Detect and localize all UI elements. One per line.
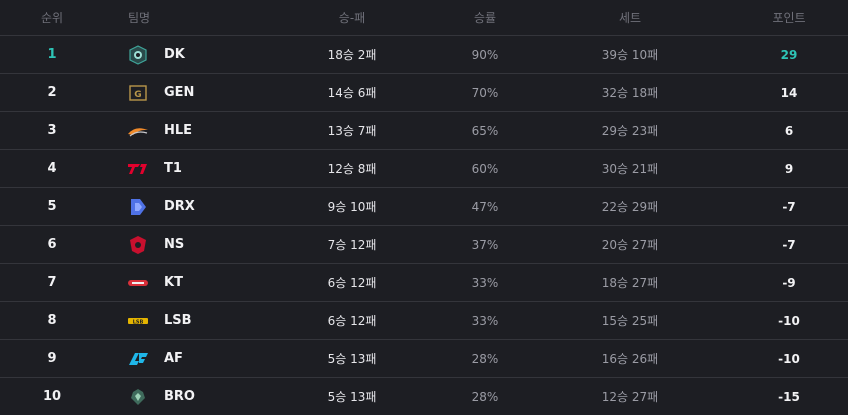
win-rate-value: 28% [471,389,499,404]
gen-logo-icon: G [126,81,150,105]
team-name[interactable]: GEN [164,85,194,100]
header-record: 승-패 [338,11,366,25]
table-row[interactable]: 5 DRX 9승 10패 47% 22승 29패 -7 [0,188,848,226]
team-name[interactable]: KT [164,275,183,290]
table-row[interactable]: 2 G GEN 14승 6패 70% 32승 18패 14 [0,74,848,112]
header-rate: 승률 [473,11,497,25]
rank-value: 1 [47,47,57,62]
record-value: 9승 10패 [327,200,377,214]
set-record-value: 12승 27패 [601,390,659,404]
win-rate-value: 33% [471,313,499,328]
lsb-logo-icon: LSB [126,309,150,333]
points-value: -15 [778,389,800,404]
set-record-value: 32승 18패 [601,86,659,100]
record-value: 13승 7패 [327,124,377,138]
table-row[interactable]: 1 DK 18승 2패 90% 39승 10패 29 [0,36,848,74]
rank-value: 10 [42,389,62,404]
record-value: 6승 12패 [327,276,377,290]
set-record-value: 39승 10패 [601,48,659,62]
header-rank: 순위 [40,11,64,25]
points-value: 29 [780,47,798,62]
points-value: -7 [782,199,796,214]
rank-value: 9 [47,351,57,366]
hle-logo-icon [126,119,150,143]
rank-value: 6 [47,237,57,252]
win-rate-value: 90% [471,47,499,62]
points-value: 9 [784,161,794,176]
table-row[interactable]: 3 HLE 13승 7패 65% 29승 23패 6 [0,112,848,150]
team-name[interactable]: BRO [164,389,195,404]
rank-value: 3 [47,123,57,138]
t1-logo-icon [126,157,150,181]
team-name[interactable]: NS [164,237,184,252]
dk-logo-icon [126,43,150,67]
points-value: -10 [778,351,800,366]
table-header: 순위 팀명 승-패 승률 세트 포인트 [0,0,848,36]
svg-text:G: G [134,90,141,100]
kt-logo-icon [126,271,150,295]
ns-logo-icon [126,233,150,257]
rank-value: 2 [47,85,57,100]
af-logo-icon [126,347,150,371]
table-row[interactable]: 9 AF 5승 13패 28% 16승 26패 -10 [0,340,848,378]
table-row[interactable]: 7 KT 6승 12패 33% 18승 27패 -9 [0,264,848,302]
record-value: 5승 13패 [327,390,377,404]
table-row[interactable]: 6 NS 7승 12패 37% 20승 27패 -7 [0,226,848,264]
svg-text:LSB: LSB [133,319,144,325]
points-value: 6 [784,123,794,138]
record-value: 5승 13패 [327,352,377,366]
table-row[interactable]: 4 T1 12승 8패 60% 30승 21패 9 [0,150,848,188]
set-record-value: 16승 26패 [601,352,659,366]
set-record-value: 22승 29패 [601,200,659,214]
record-value: 18승 2패 [327,48,377,62]
drx-logo-icon [126,195,150,219]
win-rate-value: 70% [471,85,499,100]
set-record-value: 15승 25패 [601,314,659,328]
header-points: 포인트 [772,11,806,25]
team-name[interactable]: DK [164,47,185,62]
bro-logo-icon [126,385,150,409]
points-value: -7 [782,237,796,252]
team-name[interactable]: T1 [164,161,182,176]
points-value: 14 [780,85,798,100]
record-value: 7승 12패 [327,238,377,252]
team-name[interactable]: DRX [164,199,195,214]
team-name[interactable]: AF [164,351,183,366]
win-rate-value: 60% [471,161,499,176]
record-value: 6승 12패 [327,314,377,328]
win-rate-value: 37% [471,237,499,252]
rank-value: 8 [47,313,57,328]
set-record-value: 29승 23패 [601,124,659,138]
points-value: -10 [778,313,800,328]
table-row[interactable]: 10 BRO 5승 13패 28% 12승 27패 -15 [0,378,848,415]
win-rate-value: 33% [471,275,499,290]
set-record-value: 18승 27패 [601,276,659,290]
header-set: 세트 [618,11,642,25]
points-value: -9 [782,275,796,290]
rank-value: 7 [47,275,57,290]
record-value: 14승 6패 [327,86,377,100]
record-value: 12승 8패 [327,162,377,176]
rank-value: 4 [47,161,57,176]
rank-value: 5 [47,199,57,214]
table-row[interactable]: 8 LSB LSB 6승 12패 33% 15승 25패 -10 [0,302,848,340]
team-name[interactable]: HLE [164,123,192,138]
set-record-value: 20승 27패 [601,238,659,252]
win-rate-value: 28% [471,351,499,366]
set-record-value: 30승 21패 [601,162,659,176]
standings-table: 순위 팀명 승-패 승률 세트 포인트 1 DK 18승 2패 90% 39승 10패 2… [0,0,848,415]
win-rate-value: 65% [471,123,499,138]
team-name[interactable]: LSB [164,313,192,328]
win-rate-value: 47% [471,199,499,214]
